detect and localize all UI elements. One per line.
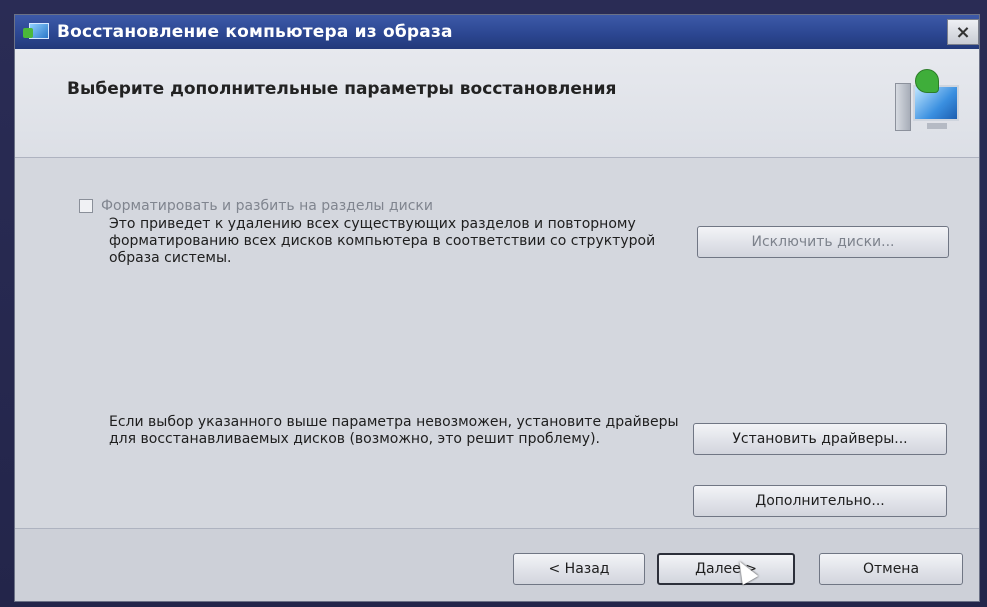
exclude-disks-label: Исключить диски...	[751, 234, 895, 250]
back-button[interactable]: < Назад	[513, 553, 645, 585]
dialog-content: Форматировать и разбить на разделы диски…	[15, 158, 979, 528]
format-disks-checkbox[interactable]	[79, 199, 93, 213]
title-bar[interactable]: Восстановление компьютера из образа ×	[15, 15, 979, 49]
close-button[interactable]: ×	[947, 19, 979, 45]
exclude-disks-button[interactable]: Исключить диски...	[697, 226, 949, 258]
drivers-description: Если выбор указанного выше параметра нев…	[109, 414, 679, 447]
back-label: < Назад	[548, 561, 610, 577]
format-description: Это приведет к удалению всех существующи…	[109, 216, 656, 266]
screen: Восстановление компьютера из образа × Вы…	[0, 0, 987, 607]
dialog-header: Выберите дополнительные параметры восста…	[15, 49, 979, 158]
advanced-label: Дополнительно...	[755, 493, 885, 509]
computer-restore-icon	[893, 67, 963, 137]
advanced-button[interactable]: Дополнительно...	[693, 485, 947, 517]
restore-dialog: Восстановление компьютера из образа × Вы…	[14, 14, 980, 602]
next-button[interactable]: Далее >	[657, 553, 795, 585]
close-icon: ×	[955, 21, 971, 43]
install-drivers-label: Установить драйверы...	[732, 431, 908, 447]
format-disks-label[interactable]: Форматировать и разбить на разделы диски	[101, 198, 433, 214]
cancel-label: Отмена	[862, 561, 920, 577]
dialog-footer: < Назад Далее > Отмена	[15, 528, 979, 601]
page-title: Выберите дополнительные параметры восста…	[67, 79, 617, 99]
format-option-row[interactable]: Форматировать и разбить на разделы диски	[79, 198, 433, 214]
cancel-button[interactable]: Отмена	[819, 553, 963, 585]
app-icon	[23, 20, 51, 44]
window-title: Восстановление компьютера из образа	[57, 22, 453, 42]
install-drivers-button[interactable]: Установить драйверы...	[693, 423, 947, 455]
